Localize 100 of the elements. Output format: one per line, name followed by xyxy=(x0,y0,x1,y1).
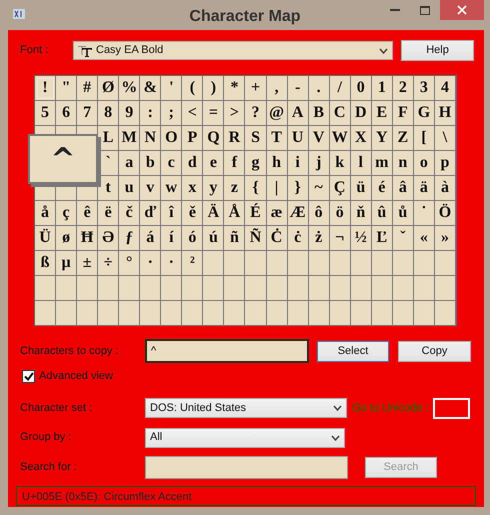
character-cell[interactable] xyxy=(434,276,456,301)
character-cell[interactable] xyxy=(288,276,309,301)
character-cell[interactable]: ó xyxy=(182,226,204,251)
character-cell[interactable]: ê xyxy=(77,201,98,226)
character-cell[interactable]: ~ xyxy=(308,176,330,201)
character-cell[interactable]: : xyxy=(140,101,162,126)
character-cell[interactable]: u xyxy=(119,176,140,201)
character-cell[interactable]: 1 xyxy=(372,76,393,101)
character-cell[interactable]: ñ xyxy=(224,226,246,251)
character-cell[interactable]: = xyxy=(203,101,224,126)
character-cell[interactable] xyxy=(308,301,330,326)
character-cell[interactable]: V xyxy=(308,126,330,151)
character-cell[interactable]: ? xyxy=(245,101,267,126)
character-cell[interactable]: { xyxy=(245,176,267,201)
character-cell[interactable]: j xyxy=(308,151,330,176)
character-cell[interactable]: 2 xyxy=(392,76,414,101)
character-cell[interactable]: Ö xyxy=(434,201,456,226)
character-cell[interactable] xyxy=(372,301,393,326)
character-cell[interactable] xyxy=(330,301,351,326)
character-cell[interactable]: ë xyxy=(98,201,120,226)
character-cell[interactable] xyxy=(350,301,372,326)
character-cell[interactable]: b xyxy=(140,151,162,176)
character-cell[interactable]: í xyxy=(161,226,182,251)
character-cell[interactable] xyxy=(392,276,414,301)
character-cell[interactable] xyxy=(203,251,224,276)
character-cell[interactable]: Ç xyxy=(330,176,351,201)
character-cell[interactable]: Æ xyxy=(288,201,309,226)
character-cell[interactable]: ø xyxy=(56,226,78,251)
copy-button[interactable]: Copy xyxy=(398,340,471,362)
character-cell[interactable]: ú xyxy=(203,226,224,251)
character-cell[interactable]: m xyxy=(372,151,393,176)
character-cell[interactable]: î xyxy=(161,201,182,226)
close-button[interactable] xyxy=(440,0,484,20)
character-cell[interactable]: p xyxy=(434,151,456,176)
character-cell[interactable]: U xyxy=(288,126,309,151)
character-cell[interactable]: 9 xyxy=(119,101,140,126)
character-cell[interactable] xyxy=(35,276,56,301)
character-cell[interactable] xyxy=(434,301,456,326)
character-cell[interactable]: á xyxy=(140,226,162,251)
character-cell[interactable]: Q xyxy=(203,126,224,151)
character-cell[interactable]: µ xyxy=(56,251,78,276)
character-cell[interactable]: / xyxy=(330,76,351,101)
character-cell[interactable] xyxy=(77,301,98,326)
character-cell[interactable]: k xyxy=(330,151,351,176)
character-cell[interactable] xyxy=(182,276,204,301)
unicode-field[interactable] xyxy=(433,398,470,418)
character-cell[interactable] xyxy=(161,276,182,301)
character-cell[interactable]: ! xyxy=(35,76,56,101)
character-cell[interactable] xyxy=(161,301,182,326)
character-cell[interactable] xyxy=(308,276,330,301)
character-cell[interactable]: ˇ xyxy=(392,226,414,251)
character-cell[interactable]: w xyxy=(161,176,182,201)
character-cell[interactable]: [ xyxy=(414,126,435,151)
character-cell[interactable]: a xyxy=(119,151,140,176)
character-cell[interactable]: N xyxy=(140,126,162,151)
character-cell[interactable] xyxy=(98,301,120,326)
character-cell[interactable]: » xyxy=(434,226,456,251)
character-cell[interactable] xyxy=(140,301,162,326)
character-cell[interactable] xyxy=(77,276,98,301)
character-cell[interactable]: H xyxy=(434,101,456,126)
character-cell[interactable]: M xyxy=(119,126,140,151)
character-cell[interactable]: , xyxy=(266,76,288,101)
character-cell[interactable] xyxy=(245,301,267,326)
character-cell[interactable] xyxy=(330,251,351,276)
character-cell[interactable] xyxy=(372,251,393,276)
character-cell[interactable]: c xyxy=(161,151,182,176)
character-cell[interactable]: W xyxy=(330,126,351,151)
character-cell[interactable]: E xyxy=(372,101,393,126)
character-cell[interactable]: v xyxy=(140,176,162,201)
character-cell[interactable] xyxy=(224,301,246,326)
character-cell[interactable]: g xyxy=(245,151,267,176)
character-cell[interactable]: ÷ xyxy=(98,251,120,276)
character-cell[interactable]: T xyxy=(266,126,288,151)
character-cell[interactable]: } xyxy=(288,176,309,201)
character-cell[interactable]: x xyxy=(182,176,204,201)
character-cell[interactable]: Ə xyxy=(98,226,120,251)
character-cell[interactable]: à xyxy=(434,176,456,201)
character-cell[interactable] xyxy=(330,276,351,301)
character-cell[interactable] xyxy=(56,276,78,301)
character-cell[interactable]: Ü xyxy=(35,226,56,251)
character-cell[interactable]: ô xyxy=(308,201,330,226)
character-cell[interactable] xyxy=(372,276,393,301)
character-cell[interactable]: č xyxy=(119,201,140,226)
character-cell[interactable]: & xyxy=(140,76,162,101)
character-cell[interactable] xyxy=(414,301,435,326)
character-cell[interactable]: > xyxy=(224,101,246,126)
character-cell[interactable]: o xyxy=(414,151,435,176)
character-cell[interactable]: · xyxy=(161,251,182,276)
character-cell[interactable]: å xyxy=(35,201,56,226)
character-cell[interactable]: ě xyxy=(182,201,204,226)
character-cell[interactable]: O xyxy=(161,126,182,151)
character-cell[interactable] xyxy=(266,276,288,301)
character-cell[interactable]: Ľ xyxy=(372,226,393,251)
character-cell[interactable] xyxy=(245,251,267,276)
character-cell[interactable]: Å xyxy=(224,201,246,226)
character-cell[interactable] xyxy=(392,301,414,326)
character-cell[interactable]: ö xyxy=(330,201,351,226)
help-button[interactable]: Help xyxy=(401,40,474,61)
character-cell[interactable] xyxy=(414,276,435,301)
character-cell[interactable]: ½ xyxy=(350,226,372,251)
